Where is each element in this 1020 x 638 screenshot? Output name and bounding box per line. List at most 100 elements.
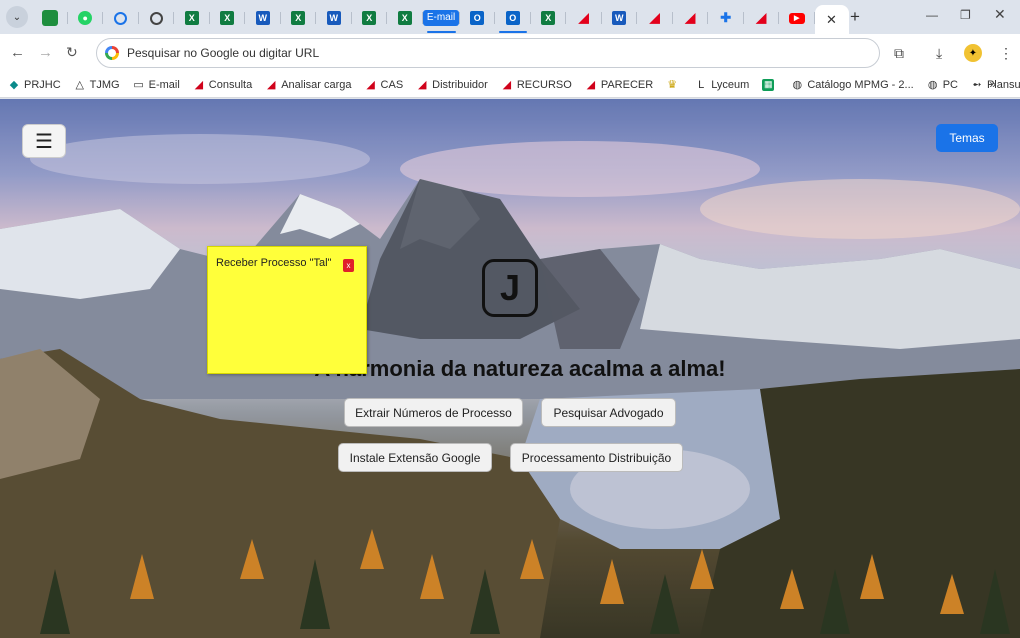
triangle-icon: △ [75, 79, 84, 91]
bookmark-item[interactable]: ▭ E-mail [133, 78, 180, 92]
address-bar[interactable] [96, 38, 880, 68]
prjhc-icon: ◆ [9, 79, 19, 91]
bookmark-label: E-mail [148, 78, 180, 91]
bookmark-item[interactable]: ◆ PRJHC [8, 79, 61, 92]
download-icon[interactable]: ⤓ [936, 45, 942, 62]
sticky-note[interactable]: Receber Processo "Tal" x [207, 246, 367, 374]
browser-tab[interactable]: X [352, 5, 388, 31]
bookmark-label: Analisar carga [281, 78, 352, 91]
extract-process-numbers-button[interactable]: Extrair Números de Processo [344, 398, 523, 427]
bookmark-item[interactable]: ◢ Distribuidor [416, 79, 488, 92]
more-menu-icon[interactable]: ⋮ [999, 45, 1013, 62]
bookmark-item[interactable]: ◍ Catálogo MPMG - 2... [791, 78, 914, 92]
excel-icon: X [362, 11, 377, 25]
browser-tab[interactable]: ◢ [673, 5, 709, 31]
bookmarks-bar: ◆ PRJHC △ TJMG ▭ E-mail ◢ Consulta ◢ Analisar car… [0, 72, 1020, 98]
browser-tab[interactable]: ▶ [779, 5, 815, 31]
acrobat-icon: ◢ [586, 79, 596, 91]
browser-tab[interactable]: E-mail [422, 5, 460, 33]
tab-list: ● X X W X W X X E-mail O O X ◢ W ◢ ◢ ✚ ◢ ▶ ✕ [32, 4, 849, 35]
puzzle-icon: ✚ [720, 10, 732, 25]
browser-tab[interactable]: W [602, 5, 638, 31]
globe-icon: ◍ [927, 79, 938, 91]
acrobat-icon: ◢ [194, 79, 204, 91]
bookmark-item[interactable]: △ TJMG [74, 79, 119, 92]
tab-search-dropdown[interactable]: ⌄ [6, 6, 28, 28]
extensions-share-icon[interactable]: ⧉ [894, 45, 904, 62]
page-headline: A harmonia da natureza acalma a alma! [314, 356, 726, 381]
tab-strip: ⌄ ● X X W X W X X E-mail O O X ◢ W ◢ ◢ ✚ ◢ ▶ ✕ + — ❐ ✕ [0, 0, 1020, 35]
bookmark-item[interactable]: ◍ PC [927, 79, 958, 92]
bookmark-item[interactable]: ♛ [666, 79, 682, 91]
excel-icon: X [291, 11, 306, 25]
bookmark-item[interactable]: L Lyceum [695, 79, 749, 91]
browser-tab[interactable]: X [387, 5, 423, 31]
globe-icon: ◍ [792, 79, 803, 91]
bookmark-item[interactable]: ▦ [762, 78, 778, 91]
browser-tab[interactable]: X [174, 5, 210, 31]
distribution-processing-button[interactable]: Processamento Distribuição [510, 443, 683, 472]
acrobat-icon: ◢ [578, 10, 589, 25]
web-app-icon [114, 11, 128, 25]
bookmarks-overflow-icon[interactable]: » [989, 77, 996, 91]
browser-tab[interactable] [139, 5, 175, 31]
bookmark-label: CAS [380, 78, 404, 91]
word-icon: W [326, 11, 341, 25]
forward-icon[interactable]: → [38, 44, 53, 61]
acrobat-icon: ◢ [685, 10, 696, 25]
bookmark-label: Lyceum [711, 78, 750, 91]
bookmark-item[interactable]: ◢ Consulta [193, 79, 253, 92]
reload-icon[interactable]: ↻ [66, 44, 78, 61]
address-input[interactable] [127, 44, 827, 62]
install-extension-button[interactable]: Instale Extensão Google [338, 443, 492, 472]
plansul-icon: ➻ [972, 79, 982, 91]
acrobat-icon: ◢ [649, 10, 660, 25]
browser-tab[interactable]: O [460, 5, 496, 31]
bookmark-item[interactable]: ◢ Analisar carga [265, 78, 352, 92]
browser-tab[interactable]: ◢ [744, 5, 780, 31]
sticky-close-icon[interactable]: x [343, 259, 354, 272]
browser-tab[interactable]: ✚ [708, 5, 744, 31]
excel-icon: X [220, 11, 235, 25]
extension-icon[interactable]: ✦ [964, 44, 982, 62]
close-window-icon[interactable]: ✕ [994, 6, 1006, 23]
sheets-icon: ▦ [762, 78, 775, 91]
new-tab-button[interactable]: + [850, 7, 860, 27]
bookmark-item[interactable]: ◢ RECURSO [501, 78, 572, 92]
chevron-down-icon: ⌄ [12, 11, 22, 23]
themes-button[interactable]: Temas [936, 124, 998, 152]
browser-tab[interactable]: ◢ [566, 5, 602, 31]
browser-tab[interactable]: O [495, 5, 531, 33]
lyceum-icon: L [698, 78, 705, 91]
restore-icon[interactable]: ❐ [960, 8, 971, 22]
trophy-icon: ♛ [667, 79, 678, 91]
browser-tab[interactable]: X [531, 5, 567, 31]
bookmark-label: Catálogo MPMG - 2... [807, 78, 914, 91]
browser-toolbar: ← → ↻ ⧉ ⤓ ✦ ⋮ [0, 34, 1020, 72]
bookmark-label: RECURSO [516, 78, 572, 91]
excel-icon: X [184, 11, 199, 25]
acrobat-icon: ◢ [417, 79, 427, 91]
acrobat-icon: ◢ [756, 10, 767, 25]
active-tab[interactable]: ✕ [814, 5, 849, 35]
browser-tab[interactable]: X [210, 5, 246, 31]
close-tab-icon[interactable]: ✕ [826, 12, 837, 28]
menu-button[interactable]: ☰ [22, 124, 66, 158]
bookmark-item[interactable]: ◢ PARECER [585, 79, 654, 92]
bookmark-item[interactable]: ◢ CAS [365, 78, 404, 92]
google-icon [105, 46, 119, 60]
browser-tab[interactable]: X [281, 5, 317, 31]
minimize-icon[interactable]: — [926, 8, 938, 22]
back-icon[interactable]: ← [10, 44, 25, 61]
browser-tab[interactable]: W [245, 5, 281, 31]
acrobat-icon: ◢ [266, 79, 276, 91]
browser-tab[interactable] [32, 5, 68, 31]
browser-tab[interactable]: W [316, 5, 352, 31]
browser-tab[interactable]: ● [68, 5, 104, 31]
browser-tab[interactable] [103, 5, 139, 31]
youtube-icon: ▶ [788, 12, 805, 24]
word-icon: W [255, 11, 270, 25]
outlook-icon: O [505, 11, 520, 25]
browser-tab[interactable]: ◢ [637, 5, 673, 31]
search-lawyer-button[interactable]: Pesquisar Advogado [541, 398, 676, 427]
